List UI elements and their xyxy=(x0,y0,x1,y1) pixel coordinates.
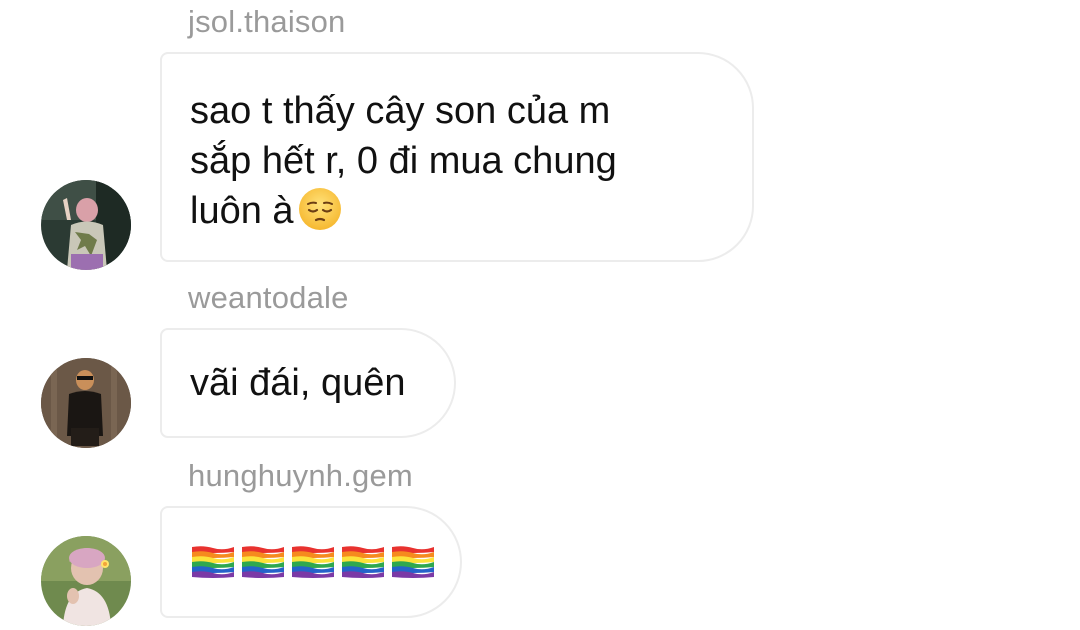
rainbow-flag-icon xyxy=(342,546,384,578)
emoji-row xyxy=(190,508,460,616)
avatar[interactable] xyxy=(41,180,131,270)
message-text: sao t thấy cây son của m sắp hết r, 0 đi… xyxy=(190,90,617,232)
avatar-photo xyxy=(41,358,131,448)
avatar-photo xyxy=(41,180,131,270)
rainbow-flag-icon xyxy=(242,546,284,578)
message-bubble[interactable]: vãi đái, quên xyxy=(160,328,456,438)
sender-username[interactable]: hunghuynh.gem xyxy=(188,460,413,491)
chat-thread: jsol.thaison sao t thấy cây son của m sắ… xyxy=(0,0,1080,630)
avatar[interactable] xyxy=(41,358,131,448)
message-text: vãi đái, quên xyxy=(190,362,406,404)
sender-username[interactable]: weantodale xyxy=(188,282,349,313)
sender-username[interactable]: jsol.thaison xyxy=(188,6,346,37)
rainbow-flag-icon xyxy=(292,546,334,578)
pensive-face-icon xyxy=(298,187,342,231)
message-bubble[interactable] xyxy=(160,506,462,618)
rainbow-flag-icon xyxy=(392,546,434,578)
message-bubble[interactable]: sao t thấy cây son của m sắp hết r, 0 đi… xyxy=(160,52,754,262)
rainbow-flag-icon xyxy=(192,546,234,578)
avatar-photo xyxy=(41,536,131,626)
avatar[interactable] xyxy=(41,536,131,626)
